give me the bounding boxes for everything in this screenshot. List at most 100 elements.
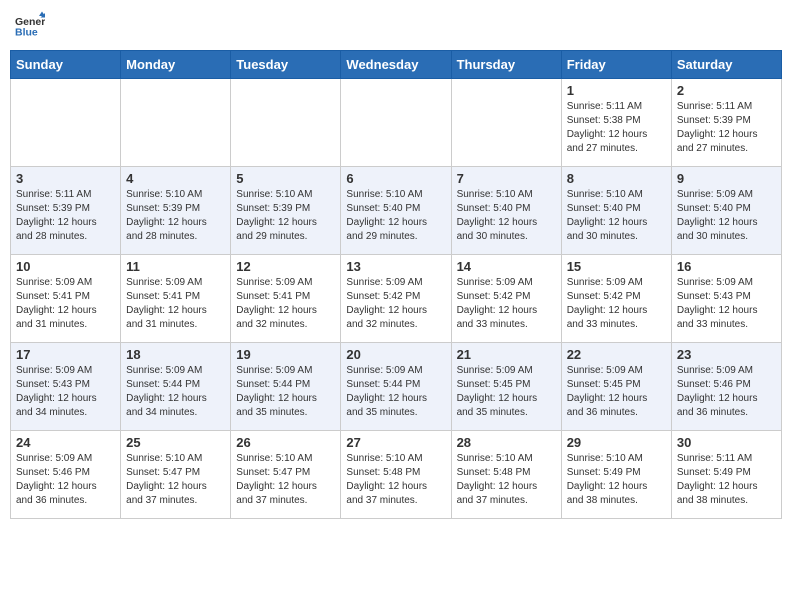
day-number: 2 xyxy=(677,83,776,98)
week-row-4: 17 Sunrise: 5:09 AM Sunset: 5:43 PM Dayli… xyxy=(11,343,782,431)
day-number: 21 xyxy=(457,347,556,362)
day-info: Sunrise: 5:09 AM Sunset: 5:43 PM Dayligh… xyxy=(677,276,776,332)
day-info: Sunrise: 5:10 AM Sunset: 5:49 PM Dayligh… xyxy=(567,452,666,508)
day-info: Sunrise: 5:11 AM Sunset: 5:49 PM Dayligh… xyxy=(677,452,776,508)
day-info: Sunrise: 5:10 AM Sunset: 5:47 PM Dayligh… xyxy=(236,452,335,508)
day-info: Sunrise: 5:09 AM Sunset: 5:44 PM Dayligh… xyxy=(126,364,225,420)
day-number: 24 xyxy=(16,435,115,450)
calendar-cell: 2 Sunrise: 5:11 AM Sunset: 5:39 PM Daylig… xyxy=(671,79,781,167)
day-header-sunday: Sunday xyxy=(11,51,121,79)
svg-text:Blue: Blue xyxy=(15,27,38,39)
calendar-cell: 9 Sunrise: 5:09 AM Sunset: 5:40 PM Daylig… xyxy=(671,167,781,255)
day-number: 23 xyxy=(677,347,776,362)
calendar-cell: 4 Sunrise: 5:10 AM Sunset: 5:39 PM Daylig… xyxy=(121,167,231,255)
calendar-table: SundayMondayTuesdayWednesdayThursdayFrid… xyxy=(10,50,782,519)
day-header-tuesday: Tuesday xyxy=(231,51,341,79)
day-info: Sunrise: 5:09 AM Sunset: 5:44 PM Dayligh… xyxy=(236,364,335,420)
day-info: Sunrise: 5:11 AM Sunset: 5:39 PM Dayligh… xyxy=(677,100,776,156)
calendar-cell: 19 Sunrise: 5:09 AM Sunset: 5:44 PM Dayli… xyxy=(231,343,341,431)
day-info: Sunrise: 5:10 AM Sunset: 5:40 PM Dayligh… xyxy=(457,188,556,244)
calendar-header-row: SundayMondayTuesdayWednesdayThursdayFrid… xyxy=(11,51,782,79)
day-info: Sunrise: 5:11 AM Sunset: 5:39 PM Dayligh… xyxy=(16,188,115,244)
day-header-thursday: Thursday xyxy=(451,51,561,79)
day-info: Sunrise: 5:10 AM Sunset: 5:47 PM Dayligh… xyxy=(126,452,225,508)
day-info: Sunrise: 5:09 AM Sunset: 5:46 PM Dayligh… xyxy=(16,452,115,508)
day-number: 16 xyxy=(677,259,776,274)
calendar-cell: 26 Sunrise: 5:10 AM Sunset: 5:47 PM Dayli… xyxy=(231,431,341,519)
calendar-cell: 24 Sunrise: 5:09 AM Sunset: 5:46 PM Dayli… xyxy=(11,431,121,519)
calendar-cell: 17 Sunrise: 5:09 AM Sunset: 5:43 PM Dayli… xyxy=(11,343,121,431)
day-info: Sunrise: 5:09 AM Sunset: 5:43 PM Dayligh… xyxy=(16,364,115,420)
day-info: Sunrise: 5:09 AM Sunset: 5:40 PM Dayligh… xyxy=(677,188,776,244)
calendar-cell: 18 Sunrise: 5:09 AM Sunset: 5:44 PM Dayli… xyxy=(121,343,231,431)
calendar-cell: 23Sunrise: 5:09 AM Sunset: 5:46 PM Dayli… xyxy=(671,343,781,431)
calendar-cell: 29 Sunrise: 5:10 AM Sunset: 5:49 PM Dayli… xyxy=(561,431,671,519)
day-info: Sunrise: 5:10 AM Sunset: 5:48 PM Dayligh… xyxy=(346,452,445,508)
day-header-friday: Friday xyxy=(561,51,671,79)
day-header-wednesday: Wednesday xyxy=(341,51,451,79)
calendar-cell: 20 Sunrise: 5:09 AM Sunset: 5:44 PM Dayli… xyxy=(341,343,451,431)
calendar-cell: 15Sunrise: 5:09 AM Sunset: 5:42 PM Dayli… xyxy=(561,255,671,343)
calendar-cell: 16 Sunrise: 5:09 AM Sunset: 5:43 PM Dayli… xyxy=(671,255,781,343)
calendar-cell xyxy=(341,79,451,167)
day-number: 6 xyxy=(346,171,445,186)
day-info: Sunrise: 5:10 AM Sunset: 5:39 PM Dayligh… xyxy=(126,188,225,244)
day-number: 29 xyxy=(567,435,666,450)
calendar-cell: 13Sunrise: 5:09 AM Sunset: 5:42 PM Dayli… xyxy=(341,255,451,343)
day-info: Sunrise: 5:10 AM Sunset: 5:48 PM Dayligh… xyxy=(457,452,556,508)
day-number: 20 xyxy=(346,347,445,362)
day-number: 1 xyxy=(567,83,666,98)
calendar-cell: 11 Sunrise: 5:09 AM Sunset: 5:41 PM Dayli… xyxy=(121,255,231,343)
day-info: Sunrise: 5:10 AM Sunset: 5:40 PM Dayligh… xyxy=(346,188,445,244)
day-number: 7 xyxy=(457,171,556,186)
logo-icon: General Blue xyxy=(15,10,45,40)
day-number: 25 xyxy=(126,435,225,450)
calendar-cell: 28 Sunrise: 5:10 AM Sunset: 5:48 PM Dayli… xyxy=(451,431,561,519)
day-number: 17 xyxy=(16,347,115,362)
day-number: 11 xyxy=(126,259,225,274)
calendar-cell: 5 Sunrise: 5:10 AM Sunset: 5:39 PM Daylig… xyxy=(231,167,341,255)
day-number: 22 xyxy=(567,347,666,362)
calendar-cell xyxy=(231,79,341,167)
week-row-1: 1 Sunrise: 5:11 AM Sunset: 5:38 PM Daylig… xyxy=(11,79,782,167)
calendar-cell: 25 Sunrise: 5:10 AM Sunset: 5:47 PM Dayli… xyxy=(121,431,231,519)
calendar-cell: 14 Sunrise: 5:09 AM Sunset: 5:42 PM Dayli… xyxy=(451,255,561,343)
calendar-cell xyxy=(121,79,231,167)
day-number: 14 xyxy=(457,259,556,274)
calendar-cell: 10 Sunrise: 5:09 AM Sunset: 5:41 PM Dayli… xyxy=(11,255,121,343)
calendar-cell: 7 Sunrise: 5:10 AM Sunset: 5:40 PM Daylig… xyxy=(451,167,561,255)
day-number: 18 xyxy=(126,347,225,362)
day-info: Sunrise: 5:10 AM Sunset: 5:39 PM Dayligh… xyxy=(236,188,335,244)
calendar-cell: 27 Sunrise: 5:10 AM Sunset: 5:48 PM Dayli… xyxy=(341,431,451,519)
day-info: Sunrise: 5:09 AM Sunset: 5:42 PM Dayligh… xyxy=(567,276,666,332)
day-number: 9 xyxy=(677,171,776,186)
day-number: 27 xyxy=(346,435,445,450)
calendar-cell: 1 Sunrise: 5:11 AM Sunset: 5:38 PM Daylig… xyxy=(561,79,671,167)
day-info: Sunrise: 5:09 AM Sunset: 5:44 PM Dayligh… xyxy=(346,364,445,420)
day-number: 26 xyxy=(236,435,335,450)
week-row-5: 24 Sunrise: 5:09 AM Sunset: 5:46 PM Dayli… xyxy=(11,431,782,519)
day-number: 5 xyxy=(236,171,335,186)
day-number: 10 xyxy=(16,259,115,274)
calendar-cell xyxy=(11,79,121,167)
calendar-cell: 30Sunrise: 5:11 AM Sunset: 5:49 PM Dayli… xyxy=(671,431,781,519)
logo: General Blue xyxy=(15,10,45,40)
week-row-2: 3Sunrise: 5:11 AM Sunset: 5:39 PM Daylig… xyxy=(11,167,782,255)
calendar-cell: 3Sunrise: 5:11 AM Sunset: 5:39 PM Daylig… xyxy=(11,167,121,255)
calendar-cell: 6 Sunrise: 5:10 AM Sunset: 5:40 PM Daylig… xyxy=(341,167,451,255)
day-header-saturday: Saturday xyxy=(671,51,781,79)
calendar-cell: 21 Sunrise: 5:09 AM Sunset: 5:45 PM Dayli… xyxy=(451,343,561,431)
day-info: Sunrise: 5:09 AM Sunset: 5:42 PM Dayligh… xyxy=(346,276,445,332)
day-number: 4 xyxy=(126,171,225,186)
day-header-monday: Monday xyxy=(121,51,231,79)
day-info: Sunrise: 5:09 AM Sunset: 5:42 PM Dayligh… xyxy=(457,276,556,332)
day-info: Sunrise: 5:11 AM Sunset: 5:38 PM Dayligh… xyxy=(567,100,666,156)
day-number: 28 xyxy=(457,435,556,450)
day-info: Sunrise: 5:10 AM Sunset: 5:40 PM Dayligh… xyxy=(567,188,666,244)
day-info: Sunrise: 5:09 AM Sunset: 5:45 PM Dayligh… xyxy=(457,364,556,420)
week-row-3: 10 Sunrise: 5:09 AM Sunset: 5:41 PM Dayli… xyxy=(11,255,782,343)
calendar-cell: 8Sunrise: 5:10 AM Sunset: 5:40 PM Daylig… xyxy=(561,167,671,255)
day-info: Sunrise: 5:09 AM Sunset: 5:41 PM Dayligh… xyxy=(16,276,115,332)
day-info: Sunrise: 5:09 AM Sunset: 5:41 PM Dayligh… xyxy=(126,276,225,332)
day-number: 19 xyxy=(236,347,335,362)
